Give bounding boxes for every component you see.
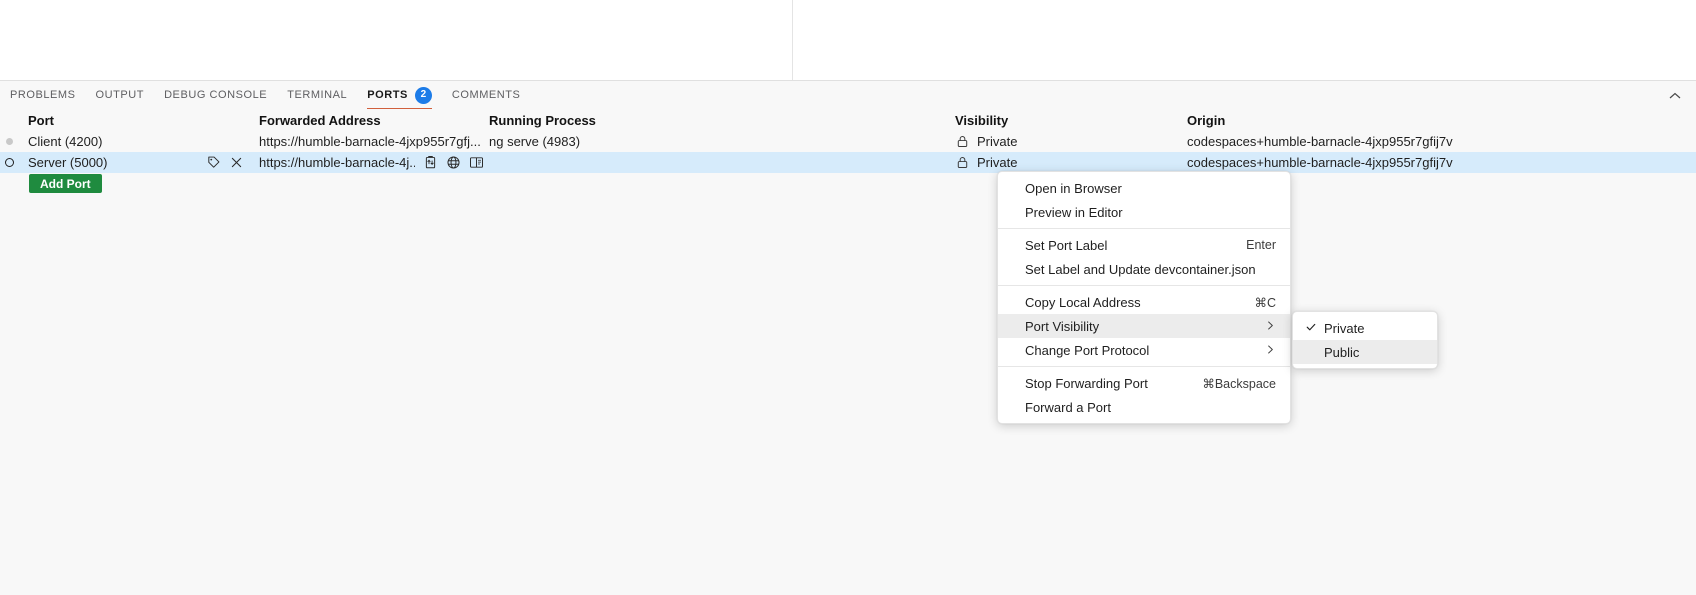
editor-group-right bbox=[794, 0, 1696, 80]
menu-item-label: Set Label and Update devcontainer.json bbox=[1025, 261, 1256, 277]
cell-port[interactable]: Server (5000) bbox=[28, 155, 258, 170]
panel-tab-terminal[interactable]: TERMINAL bbox=[277, 81, 357, 109]
menu-item-preview-in-editor[interactable]: Preview in Editor bbox=[998, 200, 1290, 224]
tag-icon[interactable] bbox=[206, 155, 221, 170]
port-context-menu[interactable]: Open in Browser Preview in Editor Set Port… bbox=[997, 171, 1291, 424]
panel-tab-label: PROBLEMS bbox=[10, 89, 76, 101]
chevron-right-icon bbox=[1265, 344, 1276, 357]
collapse-panel-icon[interactable] bbox=[1666, 87, 1684, 105]
panel-tab-label: DEBUG CONSOLE bbox=[164, 89, 268, 101]
menu-item-forward-a-port[interactable]: Forward a Port bbox=[998, 395, 1290, 419]
editor-group-left bbox=[0, 0, 793, 80]
port-label: Client (4200) bbox=[28, 134, 103, 149]
panel-tab-label: TERMINAL bbox=[287, 89, 348, 101]
menu-item-set-label-and-update-devcontainer-json[interactable]: Set Label and Update devcontainer.json bbox=[998, 257, 1290, 281]
menu-item-copy-local-address[interactable]: Copy Local Address ⌘C bbox=[998, 290, 1290, 314]
panel-tab-output[interactable]: OUTPUT bbox=[86, 81, 155, 109]
cell-forwarded-address[interactable]: https://humble-barnacle-4jxp955r7gfj... bbox=[259, 134, 484, 149]
chevron-right-icon bbox=[1265, 320, 1276, 333]
menu-item-label: Change Port Protocol bbox=[1025, 342, 1150, 358]
panel-tab-label: PORTS bbox=[367, 89, 408, 101]
cell-visibility[interactable]: Private bbox=[955, 134, 1180, 149]
globe-icon[interactable] bbox=[446, 155, 461, 170]
cell-port[interactable]: Client (4200) bbox=[28, 134, 258, 149]
menu-item-open-in-browser[interactable]: Open in Browser bbox=[998, 176, 1290, 200]
panel-tab-badge: 2 bbox=[414, 86, 432, 104]
forwarded-address-text: https://humble-barnacle-4j... bbox=[259, 155, 415, 170]
column-header-forwarded-address[interactable]: Forwarded Address bbox=[259, 113, 484, 128]
menu-item-label: Open in Browser bbox=[1025, 180, 1122, 196]
preview-editor-icon[interactable] bbox=[469, 155, 484, 170]
panel-tab-label: OUTPUT bbox=[95, 89, 145, 101]
lock-icon bbox=[955, 134, 970, 149]
ports-table: Port Forwarded Address Running Process Visi… bbox=[0, 109, 1696, 173]
panel-tab-debug-console[interactable]: DEBUG CONSOLE bbox=[154, 81, 277, 109]
submenu-item-label: Private bbox=[1324, 320, 1365, 336]
cell-forwarded-address[interactable]: https://humble-barnacle-4j... bbox=[259, 155, 484, 170]
submenu-item-label: Public bbox=[1324, 344, 1360, 360]
cell-origin: codespaces+humble-barnacle-4jxp955r7gfij… bbox=[1187, 134, 1453, 149]
panel-tabbar: PROBLEMS OUTPUT DEBUG CONSOLE TERMINAL PORTS… bbox=[0, 81, 1696, 109]
menu-item-shortcut: Enter bbox=[1246, 238, 1276, 252]
status-idle-icon bbox=[5, 137, 15, 147]
menu-item-change-port-protocol[interactable]: Change Port Protocol bbox=[998, 338, 1290, 362]
visibility-text: Private bbox=[977, 134, 1018, 149]
table-row[interactable]: Server (5000) https://humble-barnacle-4j.… bbox=[0, 152, 1696, 173]
submenu-item-public[interactable]: Public bbox=[1293, 340, 1437, 364]
menu-item-stop-forwarding-port[interactable]: Stop Forwarding Port ⌘Backspace bbox=[998, 371, 1290, 395]
menu-separator bbox=[998, 366, 1290, 367]
port-label: Server (5000) bbox=[28, 155, 108, 170]
port-visibility-submenu[interactable]: Private Public bbox=[1292, 311, 1438, 369]
menu-item-port-visibility[interactable]: Port Visibility bbox=[998, 314, 1290, 338]
panel-tab-label: COMMENTS bbox=[451, 89, 521, 101]
close-icon[interactable] bbox=[229, 155, 244, 170]
column-header-running-process[interactable]: Running Process bbox=[489, 113, 929, 128]
submenu-item-private[interactable]: Private bbox=[1293, 316, 1437, 340]
vscode-window: PROBLEMS OUTPUT DEBUG CONSOLE TERMINAL PORTS… bbox=[0, 0, 1696, 595]
add-port-button[interactable]: Add Port bbox=[29, 174, 102, 193]
cell-visibility[interactable]: Private bbox=[955, 155, 1180, 170]
cell-running-process: ng serve (4983) bbox=[489, 134, 581, 149]
copy-icon[interactable] bbox=[423, 155, 438, 170]
menu-item-label: Preview in Editor bbox=[1025, 204, 1123, 220]
cell-origin: codespaces+humble-barnacle-4jxp955r7gfij… bbox=[1187, 155, 1453, 170]
menu-separator bbox=[998, 228, 1290, 229]
table-row[interactable]: Client (4200) https://humble-barnacle-4jx… bbox=[0, 131, 1696, 152]
menu-item-shortcut: ⌘Backspace bbox=[1202, 376, 1276, 391]
panel-tab-problems[interactable]: PROBLEMS bbox=[0, 81, 86, 109]
column-header-port[interactable]: Port bbox=[28, 113, 258, 128]
menu-item-label: Stop Forwarding Port bbox=[1025, 375, 1148, 391]
menu-separator bbox=[998, 285, 1290, 286]
check-icon bbox=[1305, 321, 1317, 336]
menu-item-label: Set Port Label bbox=[1025, 237, 1108, 253]
port-row-actions bbox=[206, 155, 258, 170]
menu-item-label: Port Visibility bbox=[1025, 318, 1100, 334]
panel-tab-comments[interactable]: COMMENTS bbox=[442, 81, 531, 109]
menu-item-label: Forward a Port bbox=[1025, 399, 1111, 415]
editor-area bbox=[0, 0, 1696, 80]
status-running-icon bbox=[5, 157, 15, 168]
table-header-row: Port Forwarded Address Running Process Visi… bbox=[0, 109, 1696, 131]
menu-item-set-port-label[interactable]: Set Port Label Enter bbox=[998, 233, 1290, 257]
menu-item-label: Copy Local Address bbox=[1025, 294, 1141, 310]
address-actions bbox=[423, 155, 484, 170]
forwarded-address-text: https://humble-barnacle-4jxp955r7gfj... bbox=[259, 134, 481, 149]
column-header-visibility[interactable]: Visibility bbox=[955, 113, 1180, 128]
panel-tab-ports[interactable]: PORTS 2 bbox=[357, 81, 442, 109]
lock-icon bbox=[955, 155, 970, 170]
visibility-text: Private bbox=[977, 155, 1018, 170]
bottom-panel: PROBLEMS OUTPUT DEBUG CONSOLE TERMINAL PORTS… bbox=[0, 80, 1696, 595]
column-header-origin[interactable]: Origin bbox=[1187, 113, 1687, 128]
menu-item-shortcut: ⌘C bbox=[1254, 295, 1276, 310]
